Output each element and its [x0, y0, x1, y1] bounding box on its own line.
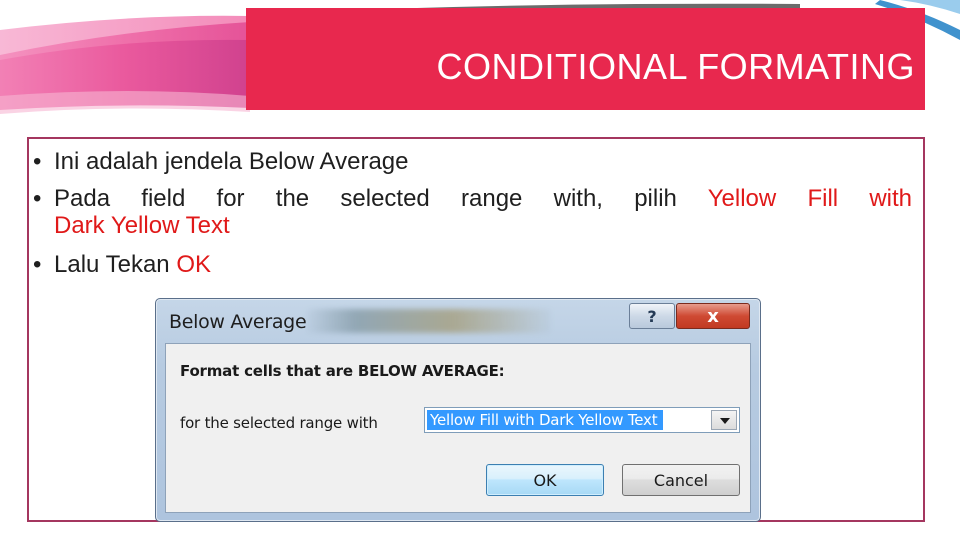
- chevron-down-icon[interactable]: [711, 410, 737, 430]
- help-icon: ?: [647, 306, 657, 326]
- bullet-item: Pada field for the selected range with, …: [26, 180, 912, 240]
- close-button[interactable]: x: [676, 303, 750, 329]
- help-button[interactable]: ?: [629, 303, 675, 329]
- ok-button[interactable]: OK: [486, 464, 604, 496]
- bullet-highlight: Yellow Fill with: [707, 185, 913, 212]
- dialog-body: Format cells that are BELOW AVERAGE: for…: [165, 343, 751, 513]
- dialog-title: Below Average: [169, 311, 307, 333]
- bullet-item: Ini adalah jendela Below Average: [26, 143, 912, 180]
- cancel-button[interactable]: Cancel: [622, 464, 740, 496]
- dialog-heading: Format cells that are BELOW AVERAGE:: [180, 362, 505, 380]
- bullet-text: Ini adalah jendela Below Average: [54, 148, 409, 175]
- format-select-value: Yellow Fill with Dark Yellow Text: [427, 410, 664, 430]
- bullet-text: Pada field for the selected range with, …: [54, 185, 677, 212]
- close-icon: x: [707, 305, 719, 327]
- range-label: for the selected range with: [180, 414, 378, 432]
- bullet-text: Lalu Tekan: [54, 251, 170, 278]
- below-average-dialog: Below Average ? x Format cells that are …: [155, 298, 761, 522]
- bullet-item: Lalu Tekan OK: [26, 246, 912, 283]
- blurred-background: [306, 309, 551, 333]
- format-select[interactable]: Yellow Fill with Dark Yellow Text: [424, 407, 740, 433]
- bullet-highlight: OK: [176, 251, 212, 278]
- bullet-list: Ini adalah jendela Below Average Pada fi…: [26, 143, 912, 283]
- title-banner: CONDITIONAL FORMATING: [246, 8, 925, 110]
- slide-title: CONDITIONAL FORMATING: [436, 46, 915, 87]
